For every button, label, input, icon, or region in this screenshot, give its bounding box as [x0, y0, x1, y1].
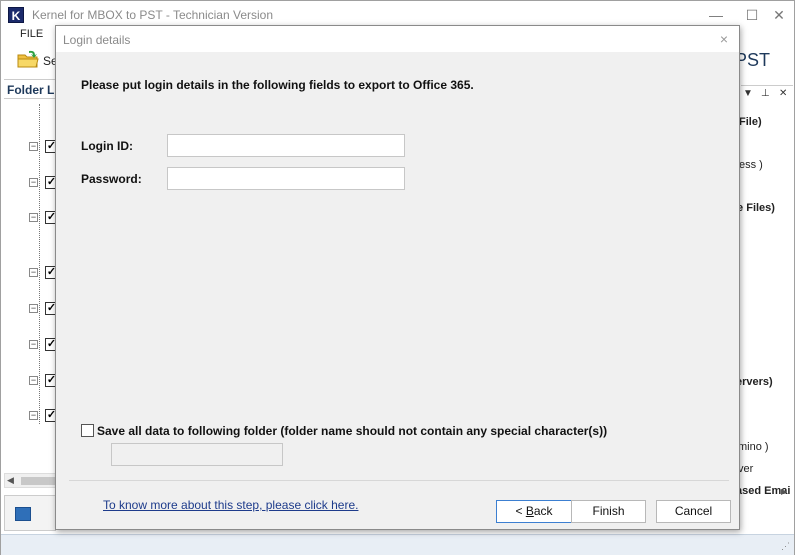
maximize-button[interactable]: ☐	[741, 5, 763, 25]
tree-row[interactable]: − ✓	[29, 302, 58, 316]
instruction-text: Please put login details in the followin…	[81, 78, 474, 92]
close-window-button[interactable]: ✕	[768, 5, 790, 25]
finish-button[interactable]: Finish	[571, 500, 646, 523]
app-logo-icon: K	[8, 7, 24, 23]
calendar-view-icon[interactable]	[15, 507, 31, 521]
back-button-rest: ack	[533, 504, 553, 518]
password-label: Password:	[81, 172, 142, 186]
scroll-right-icon[interactable]: ▶	[781, 487, 787, 496]
back-button-mnemonic: B	[525, 504, 534, 518]
scroll-left-icon[interactable]: ◀	[7, 475, 14, 486]
resize-grip-icon[interactable]: ⋰	[781, 541, 790, 552]
save-folder-label[interactable]: Save all data to following folder (folde…	[97, 424, 607, 438]
right-list-item[interactable]: le Files)	[734, 202, 775, 214]
right-list-item[interactable]: ervers)	[736, 376, 773, 388]
collapse-icon[interactable]: −	[29, 213, 38, 222]
collapse-icon[interactable]: −	[29, 340, 38, 349]
tree-row[interactable]: − ✓	[29, 374, 58, 388]
tree-row[interactable]: − ✓	[29, 338, 58, 352]
collapse-icon[interactable]: −	[29, 411, 38, 420]
right-list-item[interactable]: ver	[738, 463, 753, 475]
folder-horizontal-scrollbar[interactable]: ◀	[4, 473, 57, 488]
login-id-input[interactable]	[167, 134, 405, 157]
panel-pin-icon[interactable]: ⊥	[761, 88, 770, 99]
tree-row[interactable]: − ✓	[29, 409, 58, 423]
back-button-prefix: <	[515, 504, 526, 518]
save-folder-path-input	[111, 443, 283, 466]
collapse-icon[interactable]: −	[29, 268, 38, 277]
help-link[interactable]: To know more about this step, please cli…	[103, 498, 358, 512]
tree-row[interactable]: − ✓	[29, 176, 58, 190]
panel-dropdown-icon[interactable]: ▼	[743, 88, 753, 99]
right-list-item[interactable]: File)	[739, 116, 762, 128]
collapse-icon[interactable]: −	[29, 304, 38, 313]
menu-file[interactable]: FILE	[20, 28, 43, 40]
dialog-titlebar: Login details ×	[56, 26, 739, 52]
scrollbar-thumb[interactable]	[21, 477, 57, 485]
cancel-button[interactable]: Cancel	[656, 500, 731, 523]
tree-row[interactable]: − ✓	[29, 140, 58, 154]
collapse-icon[interactable]: −	[29, 376, 38, 385]
right-list-item[interactable]: mino )	[738, 441, 769, 453]
minimize-button[interactable]: —	[705, 5, 727, 25]
collapse-icon[interactable]: −	[29, 142, 38, 151]
folder-list-header: Folder Lis	[4, 79, 64, 99]
right-list-item[interactable]: ess )	[739, 159, 763, 171]
status-bar: ⋰	[1, 534, 794, 555]
app-title: Kernel for MBOX to PST - Technician Vers…	[32, 8, 274, 22]
collapse-icon[interactable]: −	[29, 178, 38, 187]
tree-row[interactable]: − ✓	[29, 266, 58, 280]
save-folder-checkbox[interactable]	[81, 424, 94, 437]
right-panel-title: PST	[735, 50, 771, 70]
login-id-label: Login ID:	[81, 139, 133, 153]
open-folder-icon[interactable]	[17, 49, 39, 69]
back-button[interactable]: < Back	[496, 500, 572, 523]
login-details-dialog: Login details × Please put login details…	[55, 25, 740, 530]
dialog-title: Login details	[63, 33, 131, 47]
right-panel-controls: ▼ ⊥ ✕	[741, 85, 793, 103]
password-input[interactable]	[167, 167, 405, 190]
panel-close-icon[interactable]: ✕	[779, 88, 787, 99]
dialog-divider	[69, 480, 729, 481]
bottom-view-tabs	[4, 495, 56, 531]
tree-row[interactable]: − ✓	[29, 211, 58, 225]
dialog-close-icon[interactable]: ×	[714, 29, 734, 49]
